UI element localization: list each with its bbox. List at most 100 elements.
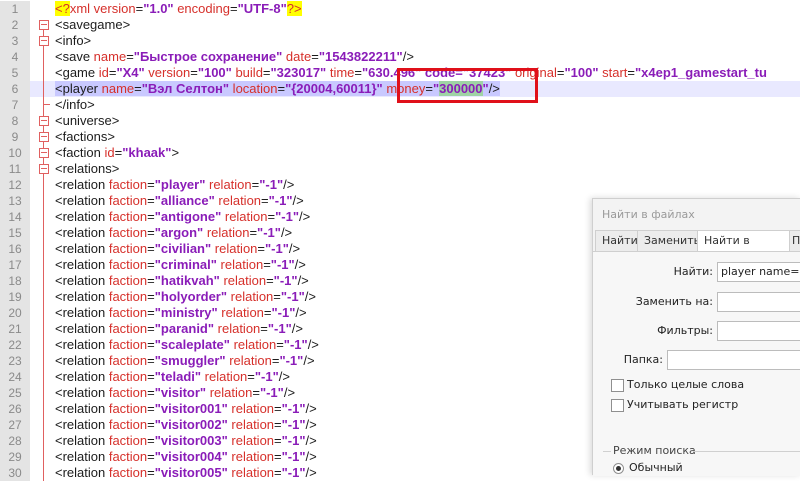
code-text[interactable]: <relation faction="smuggler" relation="-… bbox=[55, 353, 315, 369]
code-token: = bbox=[147, 209, 155, 224]
code-token: relation bbox=[219, 273, 267, 288]
fold-gutter[interactable] bbox=[36, 161, 52, 177]
code-line-8[interactable]: 8 <universe> bbox=[0, 113, 800, 129]
line-number: 29 bbox=[0, 449, 30, 465]
code-token: <relation bbox=[55, 241, 109, 256]
code-text[interactable]: <savegame> bbox=[55, 17, 130, 33]
code-token: = bbox=[267, 209, 276, 224]
code-token: encoding bbox=[173, 1, 230, 16]
folder-input[interactable] bbox=[667, 350, 800, 370]
collapse-icon[interactable] bbox=[39, 20, 49, 30]
tab-find-in-files[interactable]: Найти в файлах bbox=[697, 230, 800, 267]
code-text[interactable]: <relation faction="scaleplate" relation=… bbox=[55, 337, 319, 353]
code-line-4[interactable]: 4 <save name="Быстрое сохранение" date="1… bbox=[0, 49, 800, 65]
code-text[interactable]: <relation faction="player" relation="-1"… bbox=[55, 177, 294, 193]
code-token: > bbox=[171, 145, 180, 160]
code-text[interactable]: <relation faction="argon" relation="-1"/… bbox=[55, 225, 292, 241]
code-token: "X4" bbox=[116, 65, 145, 80]
whole-words-checkbox[interactable] bbox=[611, 379, 624, 392]
line-number: 4 bbox=[0, 49, 30, 65]
code-text[interactable]: <relation faction="visitor003" relation=… bbox=[55, 433, 317, 449]
code-token: = bbox=[147, 353, 155, 368]
code-text[interactable]: <relation faction="civilian" relation="-… bbox=[55, 241, 300, 257]
code-token: = bbox=[274, 401, 282, 416]
code-token: "-1" bbox=[267, 321, 292, 336]
code-text[interactable]: <relation faction="criminal" relation="-… bbox=[55, 257, 306, 273]
fold-gutter[interactable] bbox=[36, 129, 52, 145]
code-token: = bbox=[147, 401, 155, 416]
tab-more[interactable]: П bbox=[789, 230, 800, 252]
code-text[interactable]: <relation faction="visitor" relation="-1… bbox=[55, 385, 295, 401]
replace-input[interactable] bbox=[717, 292, 800, 312]
normal-mode-radio[interactable] bbox=[613, 463, 624, 474]
code-token: "paranid" bbox=[154, 321, 215, 336]
collapse-icon[interactable] bbox=[39, 148, 49, 158]
code-text[interactable]: <relation faction="teladi" relation="-1"… bbox=[55, 369, 290, 385]
fold-gutter bbox=[36, 49, 52, 65]
code-token: <relations> bbox=[55, 161, 120, 176]
code-line-11[interactable]: 11 <relations> bbox=[0, 161, 800, 177]
code-text[interactable]: <relation faction="visitor001" relation=… bbox=[55, 401, 317, 417]
code-text[interactable]: </info> bbox=[55, 97, 95, 113]
code-text[interactable]: <relation faction="visitor004" relation=… bbox=[55, 449, 317, 465]
code-token: <relation bbox=[55, 257, 109, 272]
code-token: /> bbox=[307, 337, 319, 352]
line-number: 13 bbox=[0, 193, 30, 209]
normal-mode-label: Обычный bbox=[629, 461, 683, 474]
fold-gutter bbox=[36, 417, 52, 433]
filters-input[interactable] bbox=[717, 321, 800, 341]
code-token: "323017" bbox=[270, 65, 327, 80]
code-text[interactable]: <factions> bbox=[55, 129, 115, 145]
code-token: faction bbox=[108, 209, 148, 224]
code-line-3[interactable]: 3 <info> bbox=[0, 33, 800, 49]
collapse-icon[interactable] bbox=[39, 164, 49, 174]
code-token: <relation bbox=[55, 465, 109, 480]
code-line-12[interactable]: 12 <relation faction="player" relation="-… bbox=[0, 177, 800, 193]
code-text[interactable]: <relations> bbox=[55, 161, 119, 177]
code-token: <info> bbox=[55, 33, 92, 48]
code-token: id bbox=[104, 145, 115, 160]
code-text[interactable]: <relation faction="holyorder" relation="… bbox=[55, 289, 316, 305]
code-text[interactable]: <relation faction="visitor002" relation=… bbox=[55, 417, 317, 433]
code-token: "civilian" bbox=[154, 241, 212, 256]
find-input[interactable]: player name= bbox=[717, 262, 800, 282]
filters-label: Фильтры: bbox=[657, 324, 713, 337]
code-token: "100" bbox=[197, 65, 232, 80]
code-token: version bbox=[144, 65, 191, 80]
code-text[interactable]: <faction id="khaak"> bbox=[55, 145, 179, 161]
code-token: <player bbox=[55, 81, 102, 96]
code-token: /> bbox=[280, 225, 293, 240]
code-line-2[interactable]: 2 <savegame> bbox=[0, 17, 800, 33]
code-text[interactable]: <universe> bbox=[55, 113, 119, 129]
code-text[interactable]: <relation faction="alliance" relation="-… bbox=[55, 193, 304, 209]
code-token: /> bbox=[305, 449, 317, 464]
fold-gutter bbox=[36, 225, 52, 241]
code-token: "khaak" bbox=[122, 145, 172, 160]
line-number: 18 bbox=[0, 273, 30, 289]
code-line-10[interactable]: 10 <faction id="khaak"> bbox=[0, 145, 800, 161]
code-text[interactable]: <relation faction="visitor005" relation=… bbox=[55, 465, 317, 481]
match-case-checkbox[interactable] bbox=[611, 399, 624, 412]
collapse-icon[interactable] bbox=[39, 116, 49, 126]
collapse-icon[interactable] bbox=[39, 132, 49, 142]
code-text[interactable]: <relation faction="antigone" relation="-… bbox=[55, 209, 310, 225]
code-text[interactable]: <info> bbox=[55, 33, 91, 49]
code-text[interactable]: <?xml version="1.0" encoding="UTF-8"?> bbox=[55, 1, 302, 17]
code-text[interactable]: <save name="Быстрое сохранение" date="15… bbox=[55, 49, 414, 65]
fold-gutter[interactable] bbox=[36, 33, 52, 49]
code-text[interactable]: <relation faction="ministry" relation="-… bbox=[55, 305, 307, 321]
code-token: relation bbox=[227, 449, 275, 464]
code-token: relation bbox=[214, 321, 261, 336]
fold-gutter[interactable] bbox=[36, 113, 52, 129]
code-token: "x4ep1_gamestart_tu bbox=[635, 65, 767, 80]
code-text[interactable]: <relation faction="paranid" relation="-1… bbox=[55, 321, 303, 337]
code-token: "criminal" bbox=[154, 257, 217, 272]
fold-gutter[interactable] bbox=[36, 145, 52, 161]
code-line-9[interactable]: 9 <factions> bbox=[0, 129, 800, 145]
fold-gutter[interactable] bbox=[36, 17, 52, 33]
code-line-1[interactable]: 1 <?xml version="1.0" encoding="UTF-8"?> bbox=[0, 1, 800, 17]
collapse-icon[interactable] bbox=[39, 36, 49, 46]
code-text[interactable]: <relation faction="hatikvah" relation="-… bbox=[55, 273, 309, 289]
code-token: name bbox=[93, 49, 127, 64]
fold-gutter bbox=[36, 321, 52, 337]
